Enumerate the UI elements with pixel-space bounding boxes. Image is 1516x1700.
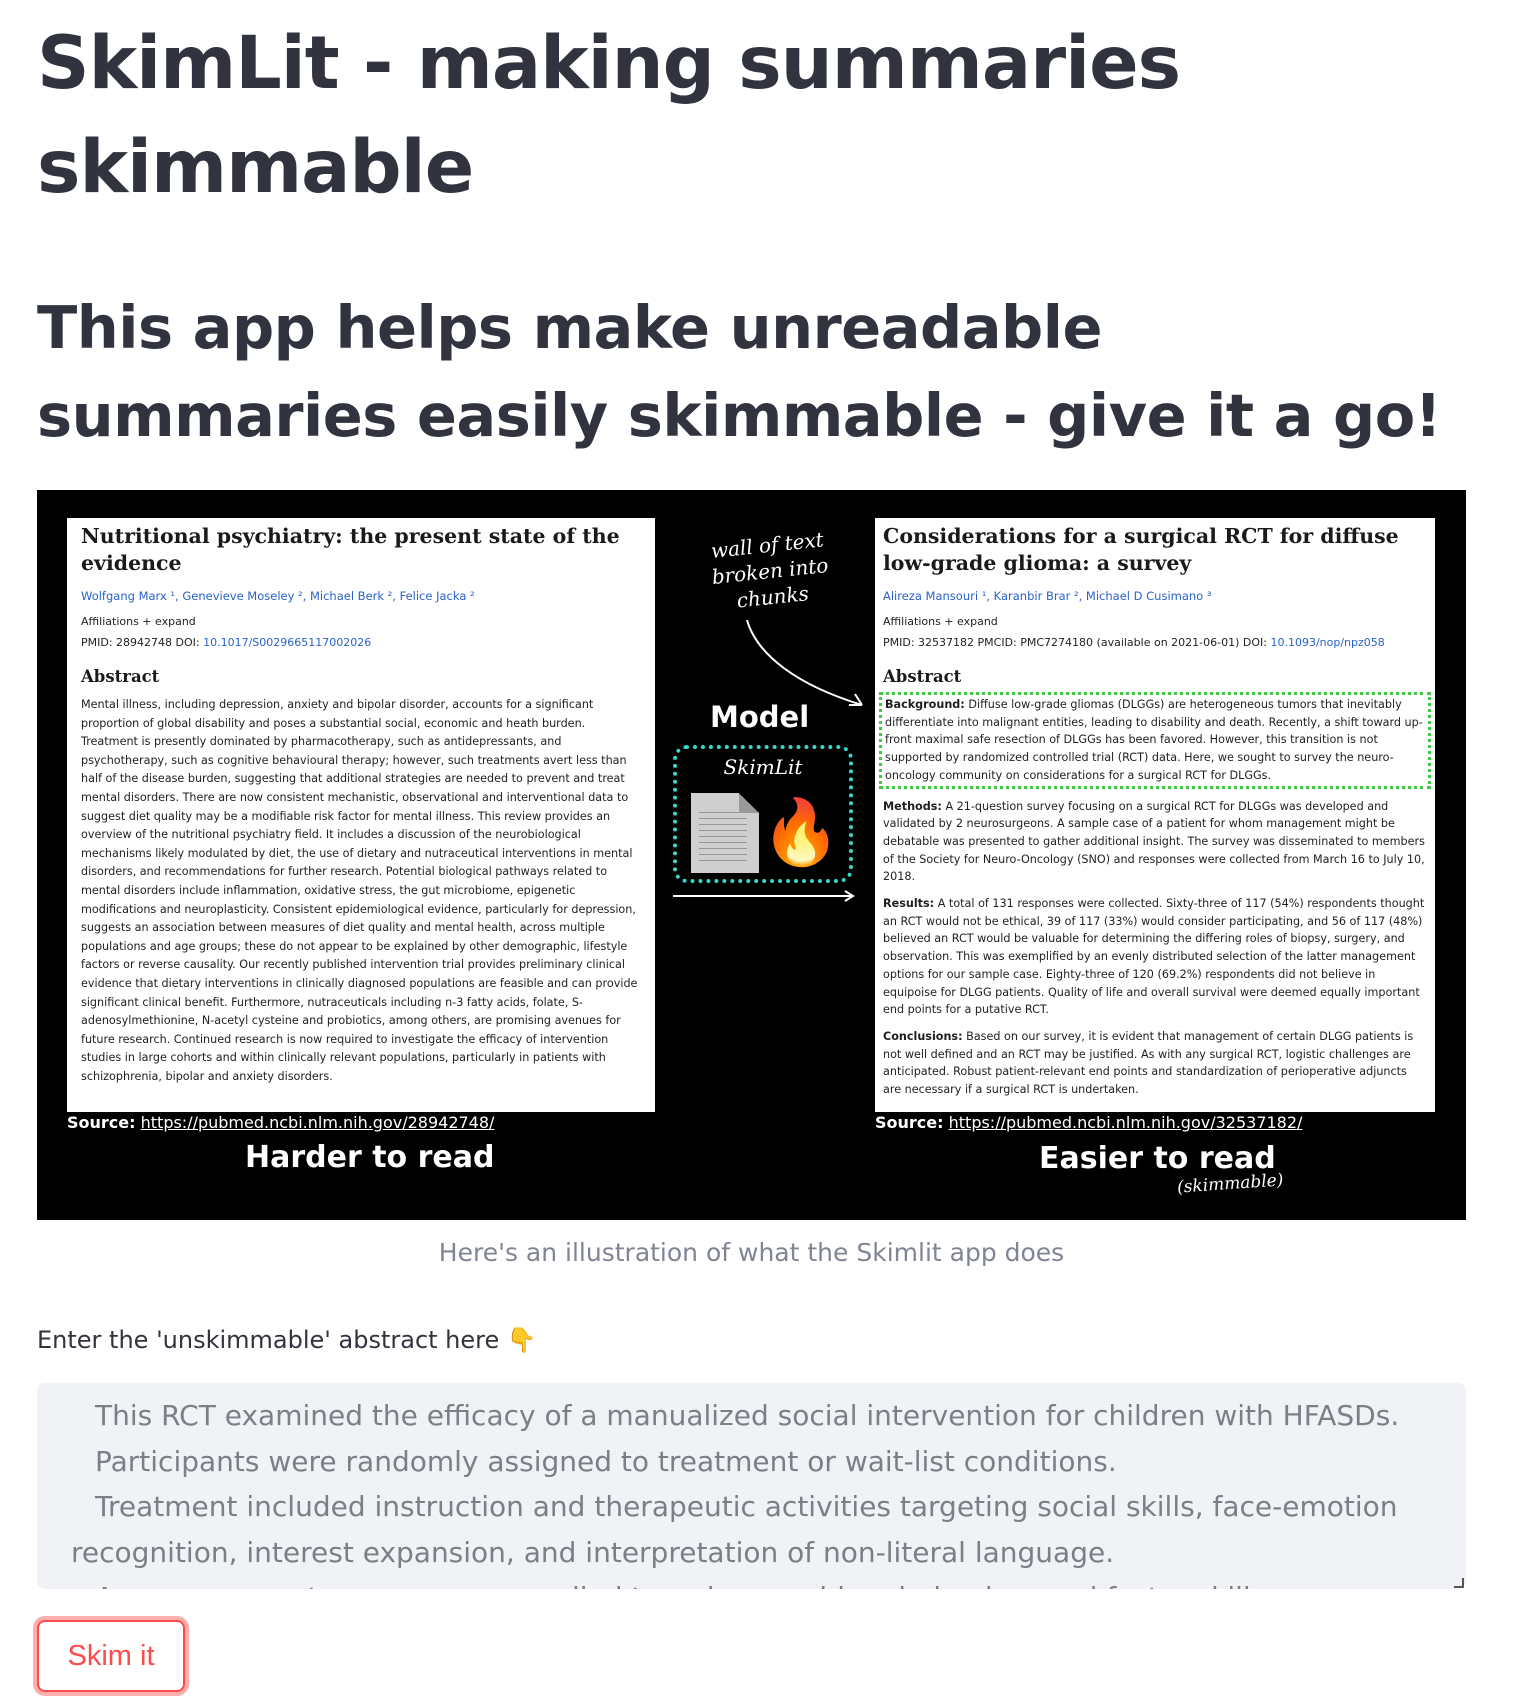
model-label: Model [710,700,810,734]
easier-to-read-caption: Easier to read [1039,1141,1276,1176]
results-section: Results: A total of 131 responses were c… [883,897,1425,1017]
methods-section: Methods: A 21-question survey focusing o… [883,799,1425,884]
left-paper-meta: Affiliations + expand PMID: 28942748 DOI… [81,611,641,653]
page-subtitle: This app helps make unreadable summaries… [37,293,1442,450]
right-source-url: https://pubmed.ncbi.nlm.nih.gov/32537182… [948,1113,1303,1132]
right-source-label: Source: [875,1113,944,1132]
abstract-input-label: Enter the 'unskimmable' abstract here 👇 [37,1326,537,1354]
document-icon [691,793,759,873]
left-abstract-text: Mental illness, including depression, an… [81,698,638,1083]
left-pmid: PMID: 28942748 DOI: [81,636,204,649]
skim-it-button[interactable]: Skim it [37,1620,185,1692]
right-doi-link: 10.1093/nop/npz058 [1270,636,1385,649]
abstract-textarea[interactable]: This RCT examined the efficacy of a manu… [37,1383,1466,1589]
right-affiliations: Affiliations + expand [883,615,998,628]
right-paper-title: Considerations for a surgical RCT for di… [883,524,1399,575]
right-arrow-icon [673,890,855,902]
right-pmid: PMID: 32537182 PMCID: PMC7274180 (availa… [883,636,1271,649]
left-affiliations: Affiliations + expand [81,615,196,628]
illustration-image: Nutritional psychiatry: the present stat… [37,490,1466,1220]
page-title: SkimLit - making summaries skimmable [37,21,1181,210]
left-paper-title: Nutritional psychiatry: the present stat… [81,524,620,575]
left-abstract-heading: Abstract [81,667,160,686]
before-abstract-panel: Nutritional psychiatry: the present stat… [67,518,655,1112]
conclusions-section: Conclusions: Based on our survey, it is … [883,1029,1414,1097]
model-name: SkimLit [723,755,803,779]
abstract-line: This RCT examined the efficacy of a manu… [95,1399,1400,1432]
left-doi-link: 10.1017/S0029665117002026 [203,636,372,649]
abstract-line: Treatment included instruction and thera… [71,1490,1398,1569]
right-paper-authors: Alireza Mansouri ¹, Karanbir Brar ², Mic… [883,589,1212,603]
right-paper-meta: Affiliations + expand PMID: 32537182 PMC… [883,611,1427,653]
harder-to-read-caption: Harder to read [245,1140,495,1175]
after-abstract-panel: Considerations for a surgical RCT for di… [875,518,1435,1112]
textarea-resize-handle[interactable] [1454,1578,1464,1588]
left-source: Source: https://pubmed.ncbi.nlm.nih.gov/… [67,1113,494,1132]
background-section: Background: Diffuse low-grade gliomas (D… [879,692,1431,789]
image-caption: Here's an illustration of what the Skiml… [438,1238,1065,1267]
left-source-label: Source: [67,1113,136,1132]
skimlit-model-box: SkimLit 🔥 [673,745,853,883]
left-source-url: https://pubmed.ncbi.nlm.nih.gov/28942748… [140,1113,495,1132]
wall-of-text-note: wall of text broken into chunks [709,527,830,613]
abstract-line: A response-cost program was applied to r… [71,1575,1432,1589]
abstract-line: Participants were randomly assigned to t… [95,1444,1117,1478]
fire-icon: 🔥 [761,796,841,870]
right-source: Source: https://pubmed.ncbi.nlm.nih.gov/… [875,1113,1302,1132]
left-paper-authors: Wolfgang Marx ¹, Genevieve Moseley ², Mi… [81,589,475,603]
right-abstract-heading: Abstract [883,667,962,686]
